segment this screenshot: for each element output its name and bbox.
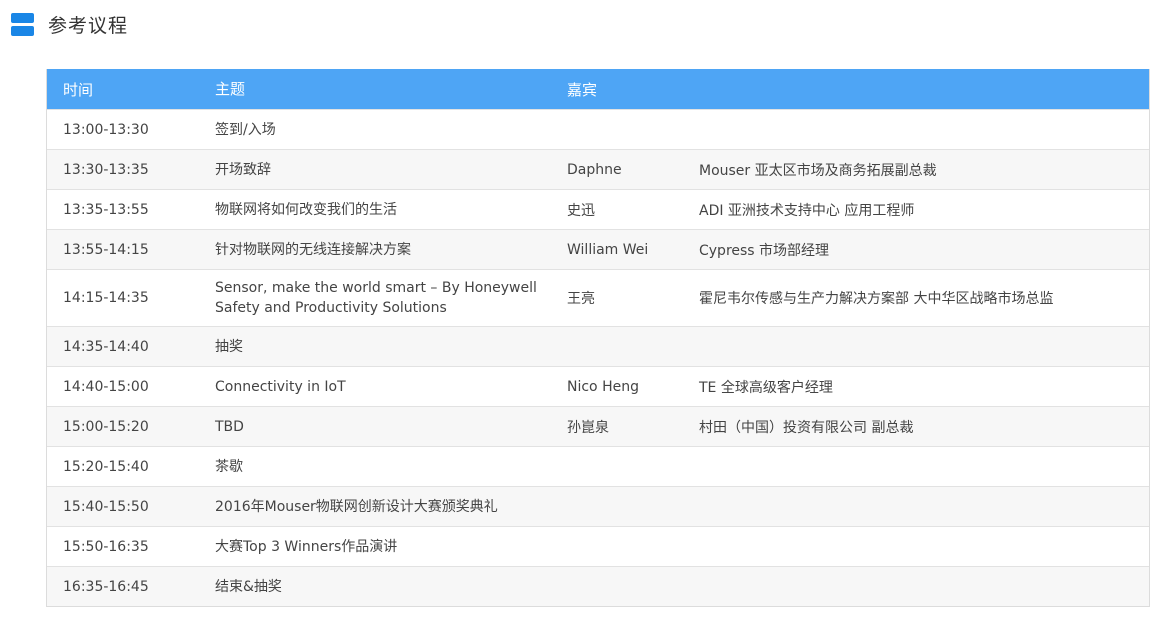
table-row: 16:35-16:45 结束&抽奖: [47, 566, 1149, 606]
row-topic: 签到/入场: [215, 121, 276, 138]
row-topic: 茶歇: [215, 458, 243, 475]
row-time: 15:50-16:35: [63, 538, 149, 555]
agenda-header-row: 时间 主题 嘉宾: [47, 69, 1149, 109]
section-list-icon: [11, 12, 34, 36]
row-topic: 2016年Mouser物联网创新设计大赛颁奖典礼: [215, 498, 498, 515]
agenda-body: 13:00-13:30 签到/入场 13:30-13:35 开场致辞 Daphn…: [47, 109, 1149, 606]
table-row: 15:00-15:20 TBD 孙崑泉 村田（中国）投资有限公司 副总裁: [47, 406, 1149, 446]
row-topic: Sensor, make the world smart – By Honeyw…: [215, 280, 537, 316]
row-speaker: 史迅: [567, 202, 595, 219]
row-speaker-title: 村田（中国）投资有限公司 副总裁: [699, 419, 914, 436]
row-time: 14:40-15:00: [63, 378, 149, 395]
icon-bar-top: [11, 12, 34, 23]
table-row: 13:00-13:30 签到/入场: [47, 109, 1149, 149]
row-time: 13:35-13:55: [63, 201, 149, 218]
row-time: 16:35-16:45: [63, 578, 149, 595]
section-header: 参考议程: [11, 10, 128, 38]
header-topic: 主题: [215, 80, 246, 98]
row-speaker: William Wei: [567, 241, 649, 258]
table-row: 15:40-15:50 2016年Mouser物联网创新设计大赛颁奖典礼: [47, 486, 1149, 526]
row-time: 13:00-13:30: [63, 121, 149, 138]
row-time: 15:40-15:50: [63, 498, 149, 515]
row-topic: 结束&抽奖: [215, 578, 282, 595]
header-time: 时间: [63, 80, 94, 99]
row-topic: 物联网将如何改变我们的生活: [215, 201, 397, 218]
row-speaker: Daphne: [567, 161, 622, 178]
row-time: 15:20-15:40: [63, 458, 149, 475]
table-row: 13:30-13:35 开场致辞 Daphne Mouser 亚太区市场及商务拓…: [47, 149, 1149, 189]
table-row: 13:35-13:55 物联网将如何改变我们的生活 史迅 ADI 亚洲技术支持中…: [47, 189, 1149, 229]
row-time: 13:55-14:15: [63, 241, 149, 258]
row-topic: 抽奖: [215, 338, 243, 355]
row-speaker-title: Mouser 亚太区市场及商务拓展副总裁: [699, 162, 937, 179]
table-row: 14:15-14:35 Sensor, make the world smart…: [47, 269, 1149, 326]
table-row: 14:35-14:40 抽奖: [47, 326, 1149, 366]
row-time: 14:35-14:40: [63, 338, 149, 355]
row-speaker: Nico Heng: [567, 378, 639, 395]
row-speaker-title: 霍尼韦尔传感与生产力解决方案部 大中华区战略市场总监: [699, 291, 1054, 307]
row-topic: Connectivity in IoT: [215, 378, 346, 395]
row-time: 13:30-13:35: [63, 161, 149, 178]
table-row: 15:50-16:35 大赛Top 3 Winners作品演讲: [47, 526, 1149, 566]
row-speaker: 王亮: [567, 291, 595, 307]
row-speaker-title: TE 全球高级客户经理: [699, 379, 833, 396]
row-speaker-title: Cypress 市场部经理: [699, 242, 830, 259]
table-row: 13:55-14:15 针对物联网的无线连接解决方案 William Wei C…: [47, 229, 1149, 269]
table-row: 15:20-15:40 茶歇: [47, 446, 1149, 486]
row-topic: 开场致辞: [215, 161, 271, 178]
header-speaker: 嘉宾: [567, 80, 598, 99]
row-speaker-title: ADI 亚洲技术支持中心 应用工程师: [699, 202, 915, 219]
table-row: 14:40-15:00 Connectivity in IoT Nico Hen…: [47, 366, 1149, 406]
icon-bar-bottom: [11, 25, 34, 36]
agenda-table: 时间 主题 嘉宾 13:00-13:30 签到/入场 13:30-13:35 开…: [46, 69, 1150, 607]
row-time: 14:15-14:35: [63, 290, 149, 306]
row-topic: 针对物联网的无线连接解决方案: [215, 241, 411, 258]
section-title: 参考议程: [48, 14, 129, 37]
row-topic: 大赛Top 3 Winners作品演讲: [215, 538, 398, 555]
row-speaker: 孙崑泉: [567, 419, 609, 436]
row-time: 15:00-15:20: [63, 418, 149, 435]
row-topic: TBD: [215, 418, 244, 435]
